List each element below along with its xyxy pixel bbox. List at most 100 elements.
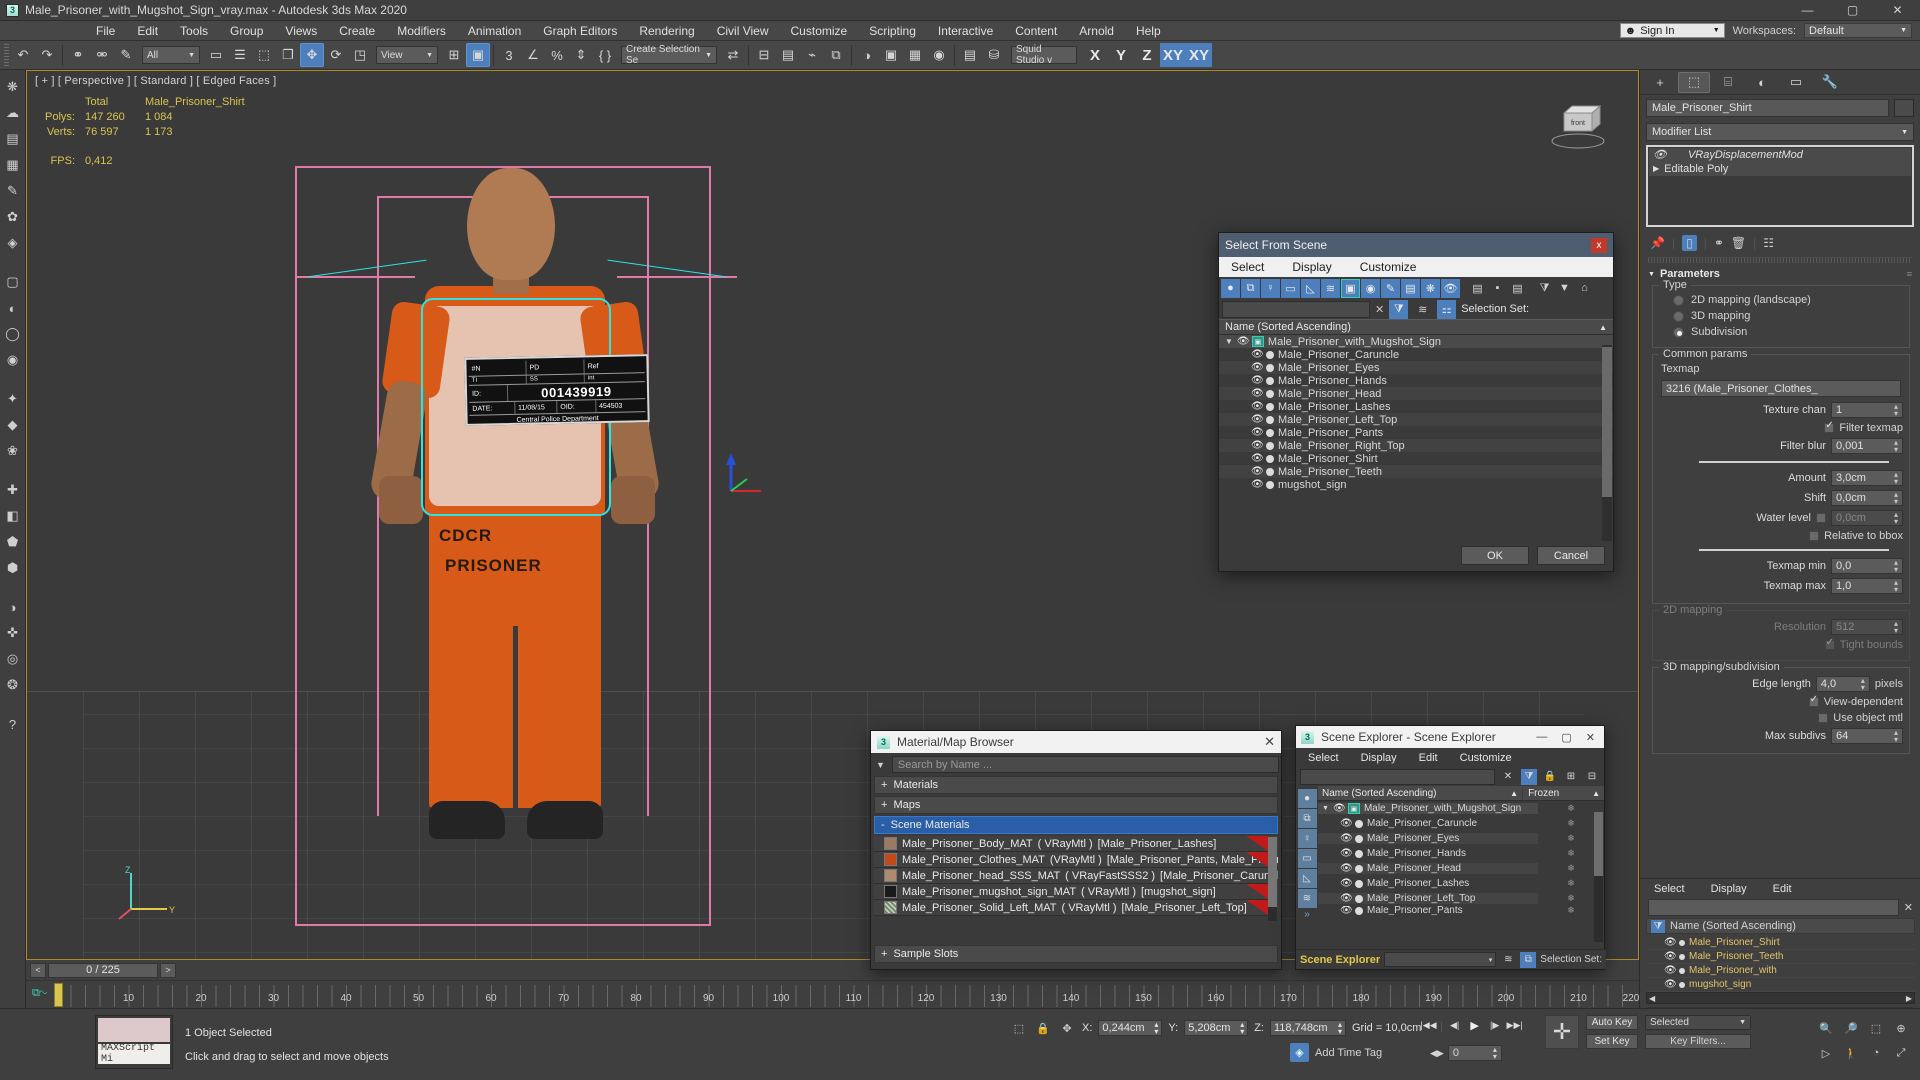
list-item[interactable]: 👁Male_Prisoner_Left_Top	[1219, 413, 1613, 426]
texmap-min-spinner[interactable]: 0,0 ▴▾	[1831, 558, 1903, 574]
mmb-material-list[interactable]: Male_Prisoner_Body_MAT ( VRayMtl ) [Male…	[874, 836, 1278, 916]
zoom-icon[interactable]: 🔍	[1815, 1017, 1837, 1039]
axis-constraint-x[interactable]: X	[1082, 43, 1108, 67]
rail-lights-icon[interactable]: ♀	[1298, 829, 1317, 848]
checkbox-icon[interactable]	[1809, 531, 1819, 541]
filter-reset-icon[interactable]: ⧩	[1535, 279, 1554, 298]
workspaces-select[interactable]: Default ▼	[1804, 23, 1912, 38]
next-frame-button[interactable]: >	[160, 963, 176, 978]
cancel-button[interactable]: Cancel	[1537, 546, 1605, 565]
filter-xrefs-icon[interactable]: ◉	[1361, 279, 1380, 298]
ribbon-icon-diamond[interactable]: ◆	[2, 414, 24, 436]
menu-edit[interactable]: Edit	[126, 22, 169, 40]
left-hand-mesh[interactable]	[379, 476, 423, 524]
radio-subdivision[interactable]: Subdivision	[1659, 324, 1903, 340]
view-dependent-row[interactable]: View-dependent	[1659, 694, 1903, 710]
selection-filter-combo[interactable]: All ▼	[142, 46, 200, 64]
sexp-row[interactable]: 👁Male_Prisoner_Eyes❄	[1318, 831, 1604, 846]
unlink-selection-icon[interactable]: ⚮	[90, 43, 114, 67]
track-bar[interactable]: ⧉∿ 10 20 30 40 50 60 70 80 90 100 110 12…	[26, 980, 1639, 1008]
ribbon-icon-cloud[interactable]: ☁	[2, 102, 24, 124]
ribbon-icon-paint[interactable]: ✎	[2, 180, 24, 202]
expand-all-icon[interactable]: ⊞	[1563, 769, 1579, 785]
expand-triangle-icon[interactable]: ▶	[1653, 164, 1659, 173]
ribbon-icon-half[interactable]: ◧	[2, 505, 24, 527]
display-hierarchy-icon[interactable]: ▤	[1508, 279, 1527, 298]
list-item[interactable]: 👁Male_Prisoner_Pants	[1219, 426, 1613, 439]
selection-set-icon[interactable]: ⚏	[1437, 300, 1456, 319]
mmb-section-scene-materials[interactable]: - Scene Materials	[874, 816, 1278, 834]
dialog-menu-display[interactable]: Display	[1292, 260, 1331, 274]
dialog-menu-select[interactable]: Select	[1231, 260, 1264, 274]
menu-file[interactable]: File	[85, 22, 126, 40]
visibility-eye-icon[interactable]: 👁	[1664, 937, 1675, 948]
sexp-row[interactable]: 👁Male_Prisoner_Lashes❄	[1318, 876, 1604, 891]
filter-container-icon[interactable]: ⌂	[1575, 279, 1594, 298]
visibility-eye-icon[interactable]: 👁	[1251, 453, 1262, 464]
cpb-menu-edit[interactable]: Edit	[1773, 883, 1792, 895]
radio-2d-mapping[interactable]: 2D mapping (landscape)	[1659, 292, 1903, 308]
mmb-section-sample-slots[interactable]: + Sample Slots	[874, 945, 1278, 963]
list-item[interactable]: 👁Male_Prisoner_Caruncle	[1219, 348, 1613, 361]
visibility-eye-icon[interactable]: 👁	[1664, 979, 1675, 990]
list-item[interactable]: 👁Male_Prisoner_Teeth	[1219, 465, 1613, 478]
spinner-arrows-icon[interactable]: ▴▾	[1154, 1021, 1158, 1035]
current-frame-field[interactable]: 0 ▴▾	[1448, 1045, 1502, 1061]
select-by-name-icon[interactable]: ☰	[228, 43, 252, 67]
scroll-right-icon[interactable]: ▶	[1906, 994, 1912, 1003]
ribbon-icon-hex[interactable]: ⬢	[2, 557, 24, 579]
reference-coord-system-combo[interactable]: View ▼	[376, 46, 438, 64]
show-end-result-icon[interactable]: ▯	[1682, 235, 1697, 251]
select-and-link-icon[interactable]: ⚭	[66, 43, 90, 67]
axis-constraint-y[interactable]: Y	[1108, 43, 1134, 67]
time-slider-display[interactable]: 0 / 225	[48, 963, 158, 978]
align-icon[interactable]: ⊟	[752, 43, 776, 67]
visibility-eye-icon[interactable]: 👁	[1340, 893, 1351, 904]
filter-bones-icon[interactable]: ✎	[1381, 279, 1400, 298]
next-frame-button[interactable]: |▶	[1486, 1017, 1503, 1034]
search-filter-icon[interactable]: ⧩	[1389, 300, 1408, 319]
radio-icon[interactable]	[1673, 295, 1684, 306]
ribbon-icon-circle[interactable]: ◯	[2, 323, 24, 345]
texmap-field[interactable]: 3216 (Male_Prisoner_Clothes_	[1661, 380, 1901, 397]
filter-shapes-icon[interactable]: ⧉	[1241, 279, 1260, 298]
ribbon-icon-move[interactable]: ✜	[2, 622, 24, 644]
project-folder-icon[interactable]: ▤	[958, 43, 982, 67]
cpb-column-header[interactable]: ⧩ Name (Sorted Ascending)	[1646, 918, 1915, 934]
ribbon-icon-grid[interactable]: ▦	[2, 154, 24, 176]
menu-graph-editors[interactable]: Graph Editors	[532, 22, 628, 40]
dialog-menu-customize[interactable]: Customize	[1360, 260, 1417, 274]
view-cube[interactable]: front	[1546, 97, 1610, 153]
tab-hierarchy[interactable]: ⌸	[1712, 72, 1744, 93]
rail-more-icon[interactable]: »	[1296, 909, 1318, 920]
move-gizmo[interactable]	[721, 451, 765, 497]
sort-arrow-icon[interactable]: ▲	[1506, 789, 1522, 798]
list-item[interactable]: 👁mugshot_sign	[1219, 478, 1613, 491]
sort-arrow-icon[interactable]: ▲	[1588, 789, 1604, 798]
mugshot-sign[interactable]: #N PD Ref TI SS int ID: 001439919 DATE: …	[464, 354, 649, 426]
list-item[interactable]: 👁Male_Prisoner_Head	[1219, 387, 1613, 400]
menu-create[interactable]: Create	[328, 22, 386, 40]
pan-icon[interactable]: ▷	[1815, 1042, 1837, 1064]
mmb-close-button[interactable]: ✕	[1264, 734, 1275, 750]
layers-icon[interactable]: ≋	[1413, 300, 1432, 319]
absolute-relative-icon[interactable]: ✥	[1058, 1019, 1076, 1037]
layer-explorer-icon[interactable]: ▤	[776, 43, 800, 67]
sexp-tree[interactable]: Name (Sorted Ascending) ▲ Frozen ▲ ▼ 👁 ▣…	[1318, 786, 1604, 934]
ok-button[interactable]: OK	[1461, 546, 1529, 565]
z-coordinate-field[interactable]: 118,748cm ▴▾	[1270, 1020, 1346, 1036]
tab-motion[interactable]: ◐	[1746, 72, 1778, 93]
texture-channel-spinner[interactable]: 1 ▴▾	[1831, 402, 1903, 418]
checkbox-icon[interactable]	[1818, 713, 1828, 723]
spinner-arrows-icon[interactable]: ▴▾	[1894, 403, 1898, 417]
cpb-search-input[interactable]	[1648, 899, 1899, 916]
visibility-eye-icon[interactable]: 👁	[1251, 414, 1262, 425]
visibility-eye-icon[interactable]: 👁	[1664, 965, 1675, 976]
play-animation-button[interactable]: ▶	[1466, 1017, 1483, 1034]
filter-groups-icon[interactable]: ▣	[1341, 279, 1360, 298]
pin-stack-icon[interactable]: 📌	[1650, 236, 1665, 250]
spinner-arrows-icon[interactable]: ▴▾	[1894, 511, 1898, 525]
visibility-eye-icon[interactable]: 👁	[1251, 388, 1262, 399]
menu-civil-view[interactable]: Civil View	[706, 22, 780, 40]
selection-set-icon[interactable]: ⧉	[1520, 952, 1536, 968]
